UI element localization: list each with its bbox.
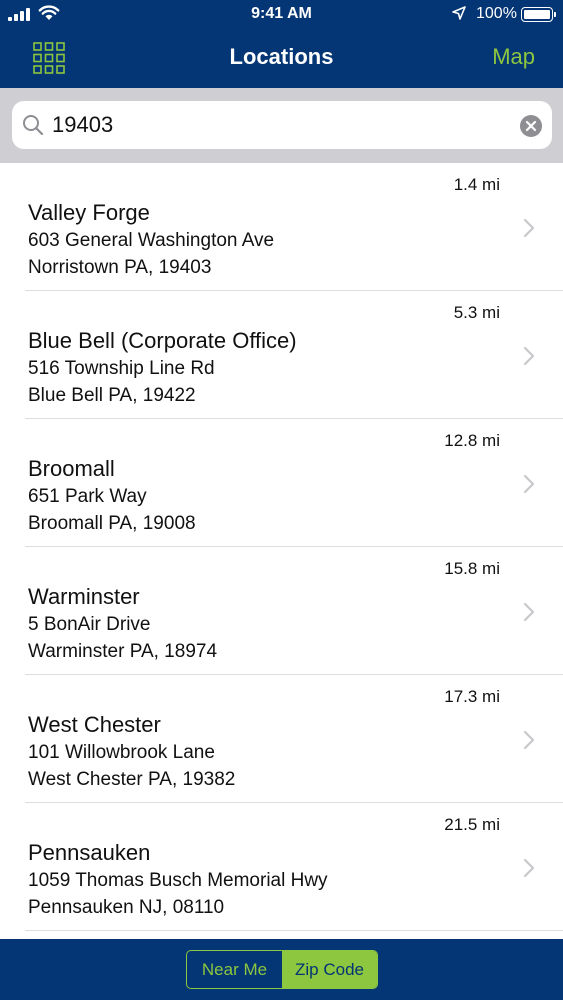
bottom-bar: Near Me Zip Code: [0, 939, 563, 1000]
location-row[interactable]: 15.8 mi Warminster 5 BonAir Drive Warmin…: [0, 547, 563, 675]
location-name: Warminster: [28, 584, 140, 609]
location-row[interactable]: 21.5 mi Pennsauken 1059 Thomas Busch Mem…: [0, 803, 563, 931]
location-distance: 12.8 mi: [444, 431, 500, 450]
header: 9:41 AM 100% Locations Map: [0, 0, 563, 88]
location-street: 1059 Thomas Busch Memorial Hwy: [28, 870, 328, 891]
location-city: Warminster PA, 18974: [28, 641, 218, 662]
battery-percent: 100%: [476, 5, 517, 22]
location-row[interactable]: 5.3 mi Blue Bell (Corporate Office) 516 …: [0, 291, 563, 419]
location-street: 603 General Washington Ave: [28, 230, 275, 251]
location-name: Broomall: [28, 456, 115, 481]
near-me-tab[interactable]: Near Me: [187, 951, 282, 988]
location-city: Broomall PA, 19008: [28, 513, 196, 534]
location-city: West Chester PA, 19382: [28, 769, 236, 790]
location-city: Pennsauken NJ, 08110: [28, 897, 225, 918]
chevron-right-icon: [523, 730, 535, 750]
location-name: Valley Forge: [28, 200, 150, 225]
location-distance: 17.3 mi: [444, 687, 500, 706]
chevron-right-icon: [523, 602, 535, 622]
location-street: 5 BonAir Drive: [28, 614, 151, 635]
location-distance: 5.3 mi: [453, 303, 500, 322]
location-row[interactable]: 12.8 mi Broomall 651 Park Way Broomall P…: [0, 419, 563, 547]
map-button[interactable]: Map: [492, 44, 535, 70]
chevron-right-icon: [523, 218, 535, 238]
search-box[interactable]: [12, 101, 552, 149]
search-mode-toggle: Near Me Zip Code: [186, 950, 378, 989]
location-row[interactable]: 17.3 mi West Chester 101 Willowbrook Lan…: [0, 675, 563, 803]
nav-bar: Locations Map: [0, 30, 563, 88]
location-arrow-icon: [452, 6, 466, 20]
locations-screen: 9:41 AM 100% Locations Map 19403 1.4 mi …: [0, 0, 563, 1000]
status-bar: 9:41 AM 100%: [0, 0, 563, 30]
locations-list: 1.4 mi Valley Forge 603 General Washingt…: [0, 163, 563, 939]
zip-code-tab[interactable]: Zip Code: [282, 951, 377, 988]
chevron-right-icon: [523, 858, 535, 878]
battery-icon: [521, 7, 556, 22]
location-name: Pennsauken: [28, 840, 151, 865]
grid-menu-icon[interactable]: [33, 42, 65, 74]
clear-icon[interactable]: [520, 115, 542, 137]
search-icon: [23, 115, 44, 136]
page-title: Locations: [229, 44, 334, 69]
location-street: 101 Willowbrook Lane: [28, 742, 215, 763]
location-city: Blue Bell PA, 19422: [28, 385, 196, 406]
location-street: 651 Park Way: [28, 486, 147, 507]
search-input[interactable]: [52, 101, 512, 149]
location-distance: 21.5 mi: [444, 815, 500, 834]
location-distance: 15.8 mi: [444, 559, 500, 578]
row-divider: [25, 930, 563, 931]
location-city: Norristown PA, 19403: [28, 257, 212, 278]
location-name: West Chester: [28, 712, 161, 737]
location-distance: 1.4 mi: [453, 175, 500, 194]
search-bar: [0, 88, 563, 163]
chevron-right-icon: [523, 474, 535, 494]
location-row[interactable]: 1.4 mi Valley Forge 603 General Washingt…: [0, 163, 563, 291]
location-street: 516 Township Line Rd: [28, 358, 215, 379]
location-name: Blue Bell (Corporate Office): [28, 328, 297, 353]
chevron-right-icon: [523, 346, 535, 366]
